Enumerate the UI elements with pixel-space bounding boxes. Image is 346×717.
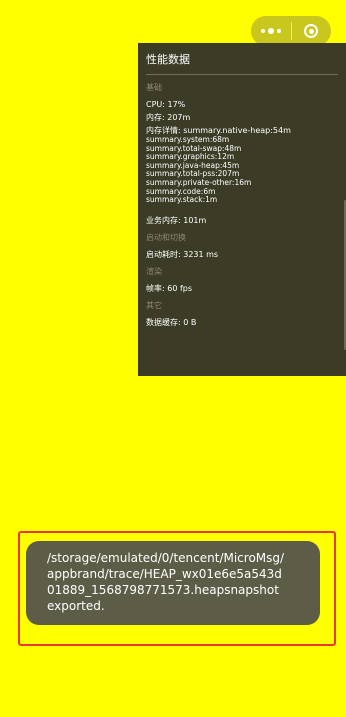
close-mini-program-button[interactable] — [292, 16, 332, 46]
performance-panel: 性能数据 基础 CPU: 17% 内存: 207m 内存详情: summary.… — [138, 43, 346, 376]
fps-value: 帧率: 60 fps — [146, 283, 193, 293]
section-other: 其它 — [146, 300, 162, 310]
data-cache-value: 数据缓存: 0 B — [146, 317, 197, 327]
business-memory-value: 业务内存: 101m — [146, 215, 207, 225]
toast-line: appbrand/trace/HEAP_wx01e6e5a543d — [47, 567, 282, 581]
memory-value: 内存: 207m — [146, 113, 191, 122]
section-startup: 启动和切换 — [146, 232, 186, 242]
section-render: 渲染 — [146, 266, 162, 276]
mini-program-capsule — [251, 16, 331, 46]
cpu-value: CPU: 17% — [146, 100, 186, 109]
toast-line: 01889_1568798771573.heapsnapshot — [47, 583, 279, 597]
startup-time-value: 启动耗时: 3231 ms — [146, 249, 219, 259]
section-basic: 基础 — [146, 83, 162, 92]
ellipsis-icon-center — [267, 28, 274, 34]
circle-target-icon — [304, 24, 319, 38]
memory-detail-item: summary.stack:1m — [146, 195, 218, 205]
more-menu-button[interactable] — [251, 16, 291, 46]
ellipsis-icon-right — [276, 29, 281, 33]
toast-line: exported. — [47, 599, 105, 613]
toast-message: /storage/emulated/0/tencent/MicroMsg/ ap… — [26, 541, 320, 625]
circle-target-dot — [308, 28, 314, 34]
panel-title: 性能数据 — [146, 53, 338, 75]
ellipsis-icon — [260, 29, 265, 33]
toast-line: /storage/emulated/0/tencent/MicroMsg/ — [47, 551, 285, 565]
